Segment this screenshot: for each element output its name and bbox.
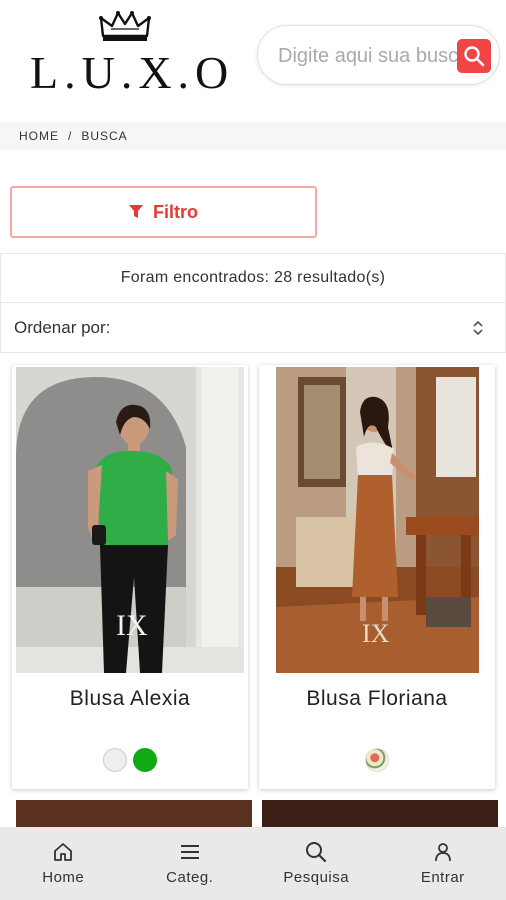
nav-home[interactable]: Home (0, 827, 127, 900)
product-name[interactable]: Blusa Floriana (259, 687, 495, 711)
sort-select[interactable]: Ordenar por: (0, 303, 506, 353)
bottom-nav: Home Categ. Pesquisa Entrar (0, 827, 506, 900)
product-card[interactable]: IX Blusa Floriana (259, 365, 495, 789)
svg-text:IX: IX (116, 609, 148, 642)
breadcrumb: HOME / BUSCA (0, 122, 506, 150)
breadcrumb-current: BUSCA (81, 129, 128, 143)
filter-button[interactable]: Filtro (10, 186, 317, 238)
color-swatch-floral[interactable] (365, 748, 389, 772)
search-bar (257, 25, 500, 85)
product-image[interactable]: IX (16, 367, 244, 673)
breadcrumb-separator: / (68, 129, 73, 143)
nav-home-label: Home (42, 869, 85, 886)
home-icon (54, 843, 73, 861)
search-icon (306, 842, 327, 863)
chevron-updown-icon (473, 320, 483, 336)
nav-login[interactable]: Entrar (380, 827, 506, 900)
results-count: Foram encontrados: 28 resultado(s) (0, 253, 506, 303)
product-card[interactable]: IX Blusa Alexia (12, 365, 248, 789)
store-logo[interactable]: L.U.X.O (30, 10, 235, 98)
color-swatch-white[interactable] (103, 748, 127, 772)
nav-search[interactable]: Pesquisa (253, 827, 380, 900)
crown-icon (99, 11, 151, 41)
menu-icon (180, 845, 199, 859)
color-swatches (259, 748, 495, 772)
search-icon (464, 46, 485, 67)
logo-text: L.U.X.O (30, 47, 235, 98)
product-name[interactable]: Blusa Alexia (12, 687, 248, 711)
nav-login-label: Entrar (420, 869, 465, 886)
search-input[interactable] (278, 42, 458, 70)
user-icon (434, 843, 451, 862)
sort-label: Ordenar por: (14, 318, 111, 337)
search-button[interactable] (457, 39, 491, 73)
breadcrumb-home-link[interactable]: HOME (19, 129, 59, 143)
nav-search-label: Pesquisa (283, 869, 350, 886)
product-image[interactable]: IX (276, 367, 479, 673)
color-swatch-green[interactable] (133, 748, 157, 772)
svg-text:IX: IX (362, 619, 390, 648)
header: L.U.X.O (0, 0, 506, 122)
color-swatches (12, 748, 248, 772)
filter-label: Filtro (153, 201, 198, 222)
funnel-icon (129, 205, 143, 218)
nav-categories-label: Categ. (166, 869, 214, 886)
nav-categories[interactable]: Categ. (127, 827, 254, 900)
